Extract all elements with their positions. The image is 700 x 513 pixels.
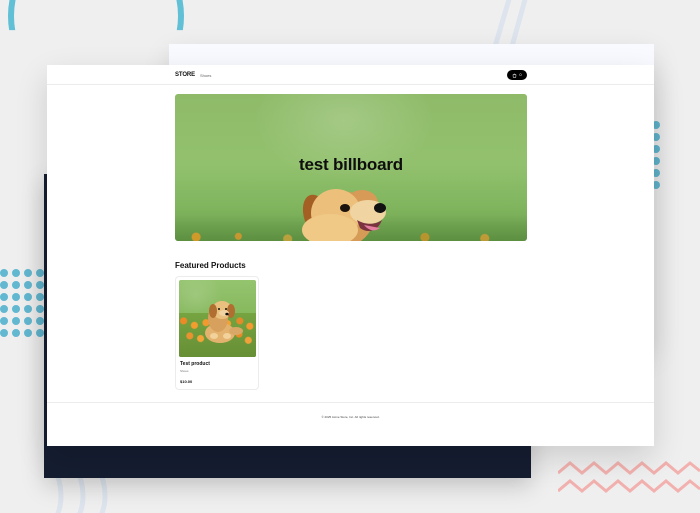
product-card[interactable]: Test product Shoes $10.00 bbox=[175, 276, 259, 390]
nav-link-shoes[interactable]: Shoes bbox=[200, 73, 211, 78]
decorative-dot bbox=[0, 269, 8, 277]
decorative-dot bbox=[0, 293, 8, 301]
featured-products-heading: Featured Products bbox=[175, 261, 246, 270]
product-image[interactable] bbox=[179, 280, 256, 357]
decorative-dot bbox=[24, 329, 32, 337]
store-window: STORE Shoes 0 test billboard Featured Pr… bbox=[47, 65, 654, 446]
footer-copyright: © 2025 Acme Store, Inc. All rights reser… bbox=[321, 415, 380, 419]
decorative-dot bbox=[0, 281, 8, 289]
decorative-dot bbox=[24, 317, 32, 325]
product-name[interactable]: Test product bbox=[180, 361, 210, 367]
screenshot-scene: STORE Shoes 0 test billboard Featured Pr… bbox=[0, 0, 700, 513]
store-brand[interactable]: STORE bbox=[175, 72, 195, 78]
product-category: Shoes bbox=[180, 369, 189, 373]
decorative-zigzag bbox=[558, 461, 700, 493]
dog-product-illustration bbox=[205, 301, 243, 343]
decorative-dot bbox=[12, 281, 20, 289]
product-price: $10.00 bbox=[180, 379, 193, 384]
cart-button[interactable]: 0 bbox=[507, 70, 527, 80]
decorative-dot bbox=[36, 293, 44, 301]
decorative-dot bbox=[0, 305, 8, 313]
decorative-dot bbox=[12, 293, 20, 301]
decorative-dot bbox=[12, 305, 20, 313]
decorative-dot bbox=[12, 317, 20, 325]
decorative-dots-left bbox=[0, 269, 44, 337]
page-footer: © 2025 Acme Store, Inc. All rights reser… bbox=[47, 402, 654, 446]
decorative-dot bbox=[36, 269, 44, 277]
decorative-dot bbox=[12, 269, 20, 277]
hero-billboard: test billboard bbox=[175, 94, 527, 241]
top-navbar: STORE Shoes 0 bbox=[47, 65, 654, 85]
decorative-dot bbox=[36, 305, 44, 313]
decorative-dot bbox=[24, 269, 32, 277]
decorative-dot bbox=[24, 281, 32, 289]
decorative-dot bbox=[12, 329, 20, 337]
decorative-dot bbox=[36, 329, 44, 337]
cart-count: 0 bbox=[519, 72, 522, 77]
dog-photo-illustration bbox=[302, 189, 386, 241]
decorative-dot bbox=[36, 281, 44, 289]
decorative-dot bbox=[0, 317, 8, 325]
decorative-dot bbox=[0, 329, 8, 337]
decorative-dot bbox=[24, 293, 32, 301]
decorative-dot bbox=[36, 317, 44, 325]
shopping-bag-icon bbox=[513, 73, 517, 78]
decorative-lines-bottom bbox=[55, 475, 108, 513]
billboard-title: test billboard bbox=[299, 155, 403, 174]
decorative-dot bbox=[24, 305, 32, 313]
